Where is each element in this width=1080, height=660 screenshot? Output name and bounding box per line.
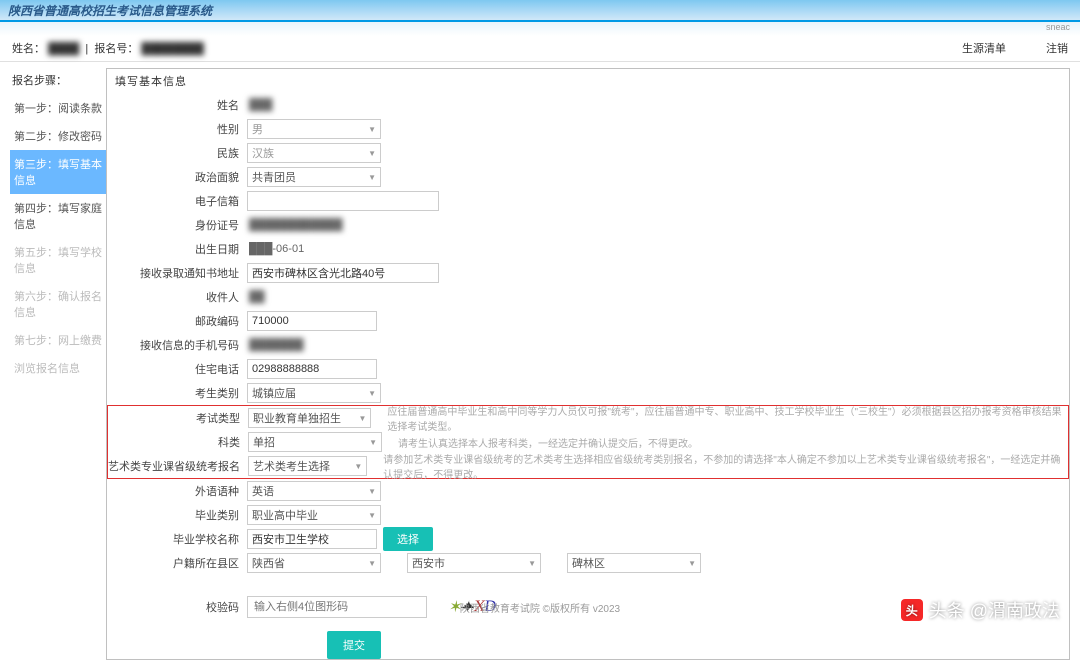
exam-type-select[interactable]: 职业教育单独招生▼ [248,408,371,428]
chevron-down-icon: ▼ [368,559,376,568]
chevron-down-icon: ▼ [358,414,366,423]
ethnic-select[interactable]: 汉族▼ [247,143,381,163]
chevron-down-icon: ▼ [368,389,376,398]
address-input[interactable] [247,263,439,283]
recipient-label: 收件人 [107,289,247,305]
mobile-value: ███████ [247,339,304,351]
sidebar-item-step6: 第六步：确认报名信息 [10,282,106,326]
political-select[interactable]: 共青团员▼ [247,167,381,187]
name-value: ████ [48,36,79,62]
name-field-label: 姓名 [107,97,247,113]
chevron-down-icon: ▼ [528,559,536,568]
records-link[interactable]: 生源清单 [962,36,1006,61]
panel-title: 填写基本信息 [107,69,1069,93]
submit-button[interactable]: 提交 [327,631,381,659]
postcode-input[interactable] [247,311,377,331]
school-name-input[interactable] [247,529,377,549]
watermark: 头 头条 @渭南政法 [901,597,1060,623]
art-exam-hint: 请参加艺术类专业课省级统考的艺术类考生选择相应省级统考类别报名，不参加的请选择"… [383,451,1068,481]
email-label: 电子信箱 [107,193,247,209]
steps-sidebar: 报名步骤： 第一步：阅读条款 第二步：修改密码 第三步：填写基本信息 第四步：填… [10,68,106,660]
chevron-down-icon: ▼ [688,559,696,568]
province-select[interactable]: 陕西省▼ [247,553,381,573]
user-info-bar: 姓名： ████ | 报名号： ████████ 生源清单 注销 [0,36,1080,62]
sidebar-item-browse: 浏览报名信息 [10,354,106,382]
brand-bar: sneac [0,22,1080,36]
logout-link[interactable]: 注销 [1046,36,1068,61]
school-name-label: 毕业学校名称 [107,531,247,547]
exam-type-label: 考试类型 [108,410,248,426]
subject-select[interactable]: 单招▼ [248,432,382,452]
chevron-down-icon: ▼ [368,149,376,158]
homephone-label: 住宅电话 [107,361,247,377]
address-label: 接收录取通知书地址 [107,265,247,281]
chevron-down-icon: ▼ [368,511,376,520]
candidate-type-label: 考生类别 [107,385,247,401]
name-label: 姓名： [12,43,45,55]
postcode-label: 邮政编码 [107,313,247,329]
gender-select[interactable]: 男▼ [247,119,381,139]
subject-label: 科类 [108,434,248,450]
language-label: 外语语种 [107,483,247,499]
homephone-input[interactable] [247,359,377,379]
ethnic-label: 民族 [107,145,247,161]
highlighted-exam-section: 考试类型职业教育单独招生▼ 应往届普通高中毕业生和高中同等学力人员仅可报"统考"，… [107,405,1069,479]
grad-type-select[interactable]: 职业高中毕业▼ [247,505,381,525]
sidebar-item-step1[interactable]: 第一步：阅读条款 [10,94,106,122]
candidate-type-select[interactable]: 城镇应届▼ [247,383,381,403]
reg-value: ████████ [141,36,203,62]
birthday-label: 出生日期 [107,241,247,257]
chevron-down-icon: ▼ [368,173,376,182]
watermark-logo-icon: 头 [901,599,923,621]
chevron-down-icon: ▼ [369,438,377,447]
watermark-text: 头条 @渭南政法 [929,597,1060,623]
city-select[interactable]: 西安市▼ [407,553,541,573]
district-select[interactable]: 碑林区▼ [567,553,701,573]
chevron-down-icon: ▼ [354,462,362,471]
reg-label: 报名号： [94,43,138,55]
idcard-label: 身份证号 [107,217,247,233]
email-input[interactable] [247,191,439,211]
sidebar-item-step3[interactable]: 第三步：填写基本信息 [10,150,106,194]
subject-hint: 请考生认真选择本人报考科类，一经选定并确认提交后，不得更改。 [398,435,698,450]
birthday-value: ███-06-01 [247,243,304,255]
political-label: 政治面貌 [107,169,247,185]
region-label: 户籍所在县区 [107,555,247,571]
sidebar-item-step5: 第五步：填写学校信息 [10,238,106,282]
art-exam-label: 艺术类专业课省级统考报名 [108,458,248,474]
school-select-button[interactable]: 选择 [383,527,433,551]
name-field-value: ███ [247,99,272,111]
sidebar-item-step7: 第七步：网上缴费 [10,326,106,354]
chevron-down-icon: ▼ [368,125,376,134]
art-exam-select[interactable]: 艺术类考生选择▼ [248,456,367,476]
mobile-label: 接收信息的手机号码 [107,337,247,353]
sidebar-title: 报名步骤： [10,68,106,94]
chevron-down-icon: ▼ [368,487,376,496]
app-header: 陕西省普通高校招生考试信息管理系统 [0,0,1080,22]
exam-type-hint: 应往届普通高中毕业生和高中同等学力人员仅可报"统考"，应往届普通中专、职业高中、… [387,403,1068,433]
language-select[interactable]: 英语▼ [247,481,381,501]
idcard-value: ████████████ [247,219,343,231]
form-panel: 填写基本信息 姓名███ 性别男▼ 民族汉族▼ 政治面貌共青团员▼ 电子信箱 身… [106,68,1070,660]
gender-label: 性别 [107,121,247,137]
recipient-value: ██ [247,291,265,303]
sidebar-item-step4[interactable]: 第四步：填写家庭信息 [10,194,106,238]
sidebar-item-step2[interactable]: 第二步：修改密码 [10,122,106,150]
grad-type-label: 毕业类别 [107,507,247,523]
